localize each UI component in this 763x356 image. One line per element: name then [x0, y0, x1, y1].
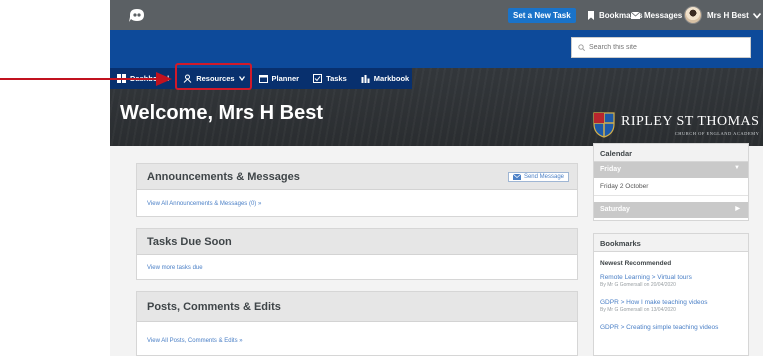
calendar-day-friday[interactable]: Friday ▼: [594, 162, 748, 178]
tasks-header: Tasks Due Soon: [137, 229, 577, 255]
school-name: RIPLEY ST THOMAS: [621, 114, 760, 129]
calendar-icon: [258, 75, 268, 83]
nav-tasks[interactable]: Tasks: [306, 68, 354, 89]
bookmark-link[interactable]: GDPR > Creating simple teaching videos: [594, 320, 748, 331]
chevron-right-icon: ▶: [735, 206, 740, 212]
nav-tasks-label: Tasks: [326, 74, 347, 83]
app-logo-icon[interactable]: [128, 7, 146, 23]
chevron-down-icon: ▼: [734, 165, 740, 171]
tasks-view-more-link[interactable]: View more tasks due: [137, 265, 577, 271]
user-name: Mrs H Best: [707, 11, 749, 20]
annotation-arrow-head: [156, 72, 172, 86]
user-avatar[interactable]: [684, 6, 702, 24]
school-subtitle: CHURCH OF ENGLAND ACADEMY: [674, 131, 760, 136]
posts-panel: Posts, Comments & Edits View All Posts, …: [136, 291, 578, 356]
posts-header: Posts, Comments & Edits: [137, 292, 577, 322]
nav-planner[interactable]: Planner: [252, 68, 307, 89]
bookmarks-title: Bookmarks: [594, 234, 748, 252]
messages-link[interactable]: Messages: [631, 8, 682, 23]
announcements-panel: Announcements & Messages Send Message Vi…: [136, 163, 578, 217]
envelope-icon: [512, 173, 521, 180]
search-box[interactable]: [571, 37, 751, 58]
posts-view-all-link[interactable]: View All Posts, Comments & Edits »: [137, 338, 577, 344]
bookmark-icon: [588, 11, 594, 20]
page-title: Welcome, Mrs H Best: [120, 102, 324, 124]
announcements-title: Announcements & Messages: [147, 170, 300, 183]
send-message-label: Send Message: [523, 173, 564, 180]
annotation-highlight-box: [175, 63, 252, 90]
tasks-title: Tasks Due Soon: [147, 235, 232, 248]
bookmark-link[interactable]: Remote Learning > Virtual tours: [594, 271, 748, 281]
calendar-panel: Calendar Friday ▼ Friday 2 October Satur…: [593, 143, 749, 221]
bookmarks-subtitle: Newest Recommended: [600, 260, 672, 267]
announcements-header: Announcements & Messages Send Message: [137, 164, 577, 190]
chart-icon: [361, 75, 370, 83]
annotation-arrow-line: [0, 78, 158, 80]
bookmarks-panel: Bookmarks Newest Recommended Remote Lear…: [593, 233, 749, 356]
send-message-button[interactable]: Send Message: [507, 171, 569, 182]
bookmark-link[interactable]: GDPR > How I make teaching videos: [594, 295, 748, 306]
nav-markbook-label: Markbook: [373, 74, 410, 83]
calendar-day-label: Saturday: [600, 206, 630, 213]
crest-icon: [593, 112, 615, 138]
calendar-day-label: Friday: [600, 166, 622, 173]
search-input[interactable]: [589, 44, 739, 51]
chevron-down-icon: [752, 12, 761, 19]
nav-planner-label: Planner: [271, 74, 300, 83]
set-new-task-button[interactable]: Set a New Task: [508, 8, 576, 23]
school-logo: RIPLEY ST THOMAS CHURCH OF ENGLAND ACADE…: [593, 112, 759, 138]
top-bar: Set a New Task Bookmarks Messages Mrs H …: [110, 0, 763, 30]
nav-markbook[interactable]: Markbook: [354, 68, 416, 89]
bookmark-meta: By Mr G Gomersall on 13/04/2020: [600, 307, 676, 313]
user-menu[interactable]: Mrs H Best: [707, 8, 761, 23]
announcements-view-all-link[interactable]: View All Announcements & Messages (0) »: [137, 201, 577, 207]
checkbox-icon: [313, 74, 323, 83]
messages-label: Messages: [644, 11, 683, 20]
posts-title: Posts, Comments & Edits: [147, 300, 281, 313]
envelope-icon: [631, 12, 640, 19]
calendar-date: Friday 2 October: [594, 178, 748, 196]
browser-page: Set a New Task Bookmarks Messages Mrs H …: [110, 0, 763, 356]
tasks-panel: Tasks Due Soon View more tasks due: [136, 228, 578, 280]
search-icon: [578, 44, 585, 51]
calendar-day-saturday[interactable]: Saturday ▶: [594, 202, 748, 218]
calendar-title: Calendar: [594, 144, 748, 162]
bookmark-meta: By Mr G Gomersall on 20/04/2020: [600, 282, 676, 288]
